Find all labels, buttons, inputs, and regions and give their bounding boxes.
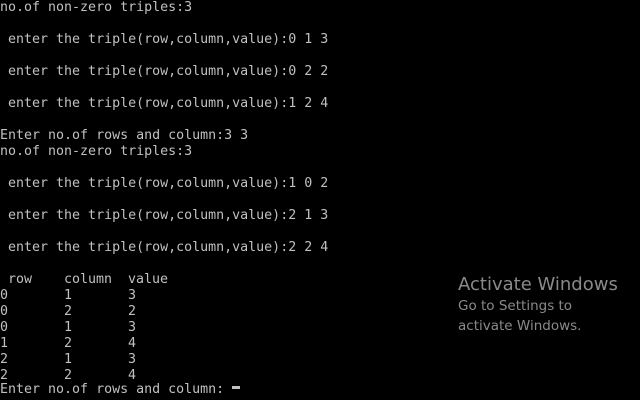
watermark-line: activate Windows.	[458, 318, 582, 334]
console-line: enter the triple(row,column,value):2 1 3	[0, 208, 329, 223]
console-line: no.of non-zero triples:3	[0, 0, 193, 15]
table-cell-column: 1	[64, 352, 73, 367]
console-line: enter the triple(row,column,value):2 2 4	[0, 240, 329, 255]
table-cell-row: 2	[0, 352, 9, 367]
table-cell-column: 1	[64, 288, 73, 303]
watermark-line: Go to Settings to	[458, 298, 573, 314]
table-header-row: row	[8, 272, 33, 287]
table-cell-column: 2	[64, 304, 73, 319]
table-cell-value: 3	[128, 320, 137, 335]
console-line: enter the triple(row,column,value):0 1 3	[0, 32, 329, 47]
console-line: no.of non-zero triples:3	[0, 144, 193, 159]
table-cell-row: 0	[0, 304, 9, 319]
table-cell-value: 3	[128, 352, 137, 367]
console-line: enter the triple(row,column,value):0 2 2	[0, 64, 329, 79]
console-window[interactable]: no.of non-zero triples:3 enter the tripl…	[0, 0, 640, 400]
text-cursor	[232, 386, 240, 389]
table-cell-value: 4	[128, 336, 137, 351]
table-cell-value: 2	[128, 304, 137, 319]
table-header-column: column	[64, 272, 113, 287]
table-cell-row: 0	[0, 320, 9, 335]
table-cell-row: 1	[0, 336, 9, 351]
table-cell-column: 2	[64, 336, 73, 351]
table-cell-row: 0	[0, 288, 9, 303]
console-line: enter the triple(row,column,value):1 2 4	[0, 96, 329, 111]
input-prompt[interactable]: Enter no.of rows and column:	[0, 382, 224, 398]
console-line: enter the triple(row,column,value):1 0 2	[0, 176, 329, 191]
table-header-value: value	[128, 272, 169, 287]
activation-watermark: Activate Windows Go to Settings to activ…	[458, 274, 640, 336]
console-line: Enter no.of rows and column:3 3	[0, 128, 249, 143]
table-cell-value: 3	[128, 288, 137, 303]
table-cell-column: 1	[64, 320, 73, 335]
watermark-title: Activate Windows	[458, 274, 618, 295]
